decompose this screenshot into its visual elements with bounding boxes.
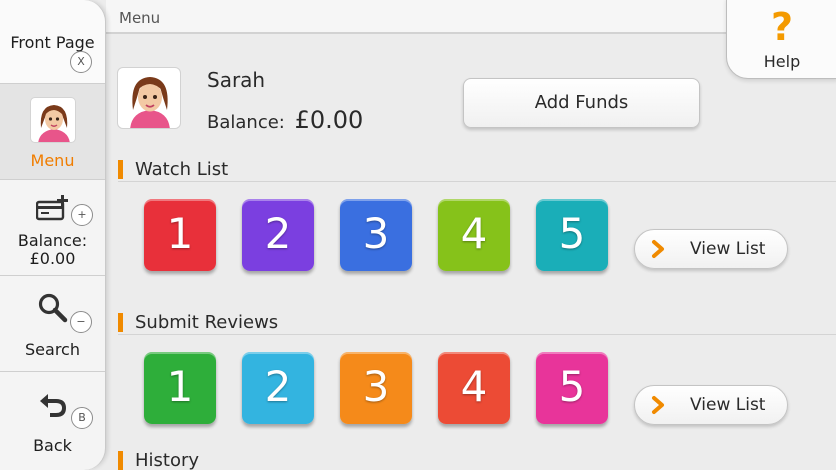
help-label: Help	[763, 52, 801, 71]
balance-display: Balance: £0.00	[207, 106, 363, 134]
balance-label: Balance:	[207, 112, 285, 133]
b-button-badge: B	[71, 407, 93, 429]
back-arrow-icon	[40, 394, 67, 417]
watch-list-header: Watch List	[118, 158, 836, 182]
watch-list-tile-3[interactable]: 3	[340, 199, 412, 271]
chevron-right-icon	[652, 396, 664, 414]
watch-list-tile-1[interactable]: 1	[144, 199, 216, 271]
balance-label-group: Balance: £0.00	[0, 232, 105, 268]
section-accent-bar	[118, 313, 123, 332]
watch-list-tile-4[interactable]: 4	[438, 199, 510, 271]
help-button[interactable]: ? Help	[726, 0, 836, 79]
x-button-badge: X	[70, 51, 92, 73]
minus-button-badge: −	[70, 311, 92, 333]
watch-list-tile-5[interactable]: 5	[536, 199, 608, 271]
sidebar-item-label: Search	[25, 340, 80, 359]
section-title: History	[135, 450, 200, 470]
search-icon	[38, 293, 68, 323]
review-tile-5[interactable]: 5	[536, 352, 608, 424]
sidebar-item-search[interactable]: − Search	[0, 276, 105, 372]
sidebar-item-label: Front Page	[10, 33, 95, 52]
sidebar-item-back[interactable]: B Back	[0, 372, 105, 470]
submit-reviews-view-button[interactable]: View List	[634, 385, 788, 425]
review-tile-2[interactable]: 2	[242, 352, 314, 424]
question-mark-icon: ?	[770, 5, 794, 49]
plus-button-badge: +	[71, 204, 93, 226]
user-name: Sarah	[207, 68, 266, 92]
sidebar-balance-value: £0.00	[29, 249, 76, 268]
section-title: Watch List	[135, 159, 229, 180]
sidebar-item-menu[interactable]: Menu	[0, 84, 105, 180]
review-tile-1[interactable]: 1	[144, 352, 216, 424]
view-list-label: View List	[690, 239, 766, 259]
sidebar-item-label: Menu	[30, 151, 75, 170]
user-avatar	[117, 67, 181, 129]
view-list-label: View List	[690, 395, 766, 415]
chevron-right-icon	[652, 240, 664, 258]
breadcrumb: Menu	[119, 9, 161, 27]
watch-list-tile-2[interactable]: 2	[242, 199, 314, 271]
history-header: History	[118, 449, 836, 470]
sidebar-item-label: Balance:	[17, 231, 88, 250]
review-tile-3[interactable]: 3	[340, 352, 412, 424]
section-accent-bar	[118, 451, 123, 470]
sidebar-item-label: Back	[33, 436, 72, 455]
wallet-icon	[36, 195, 68, 221]
section-accent-bar	[118, 160, 123, 179]
add-funds-button[interactable]: Add Funds	[463, 78, 700, 128]
avatar	[30, 97, 76, 143]
sidebar: Front Page X Menu + Balance: £0.00 − Sea…	[0, 0, 106, 470]
submit-reviews-header: Submit Reviews	[118, 311, 836, 335]
sidebar-item-balance[interactable]: + Balance: £0.00	[0, 180, 105, 276]
balance-value: £0.00	[294, 106, 364, 134]
sidebar-item-front-page[interactable]: Front Page X	[0, 0, 105, 84]
watch-list-view-button[interactable]: View List	[634, 229, 788, 269]
review-tile-4[interactable]: 4	[438, 352, 510, 424]
section-title: Submit Reviews	[135, 312, 279, 333]
